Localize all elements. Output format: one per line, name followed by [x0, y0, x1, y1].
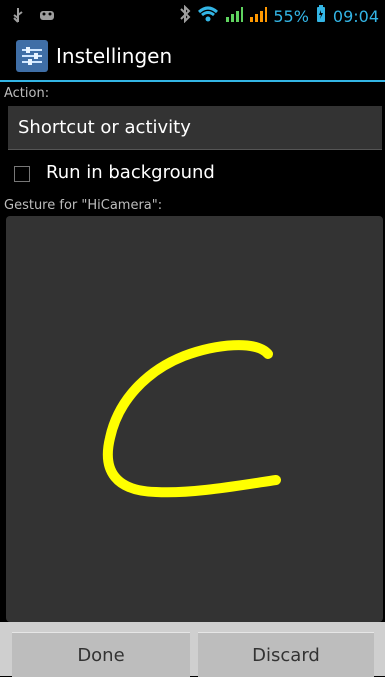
clock: 09:04 — [332, 6, 379, 26]
gesture-label: Gesture for "HiCamera": — [4, 198, 163, 213]
battery-percent: 55% — [273, 6, 309, 26]
action-spinner[interactable]: Shortcut or activity — [8, 106, 382, 150]
signal-icon — [225, 5, 244, 27]
gesture-stroke — [102, 340, 281, 498]
gesture-pad[interactable] — [6, 216, 383, 622]
action-spinner-value: Shortcut or activity — [18, 117, 191, 138]
done-button[interactable]: Done — [12, 632, 190, 677]
run-in-background-checkbox[interactable] — [14, 166, 30, 182]
status-bar: 55% 09:04 — [0, 0, 385, 32]
settings-sliders-icon[interactable] — [16, 40, 48, 72]
battery-icon — [315, 5, 327, 27]
signal-icon-2 — [249, 5, 268, 27]
bluetooth-icon — [179, 4, 191, 27]
discard-button[interactable]: Discard — [198, 632, 374, 677]
action-label: Action: — [4, 86, 50, 101]
page-title: Instellingen — [56, 44, 173, 68]
android-debug-icon — [38, 6, 56, 28]
action-bar: Instellingen — [0, 32, 385, 82]
run-in-background-label[interactable]: Run in background — [46, 162, 215, 183]
wifi-icon — [197, 5, 219, 27]
usb-icon — [10, 6, 26, 28]
